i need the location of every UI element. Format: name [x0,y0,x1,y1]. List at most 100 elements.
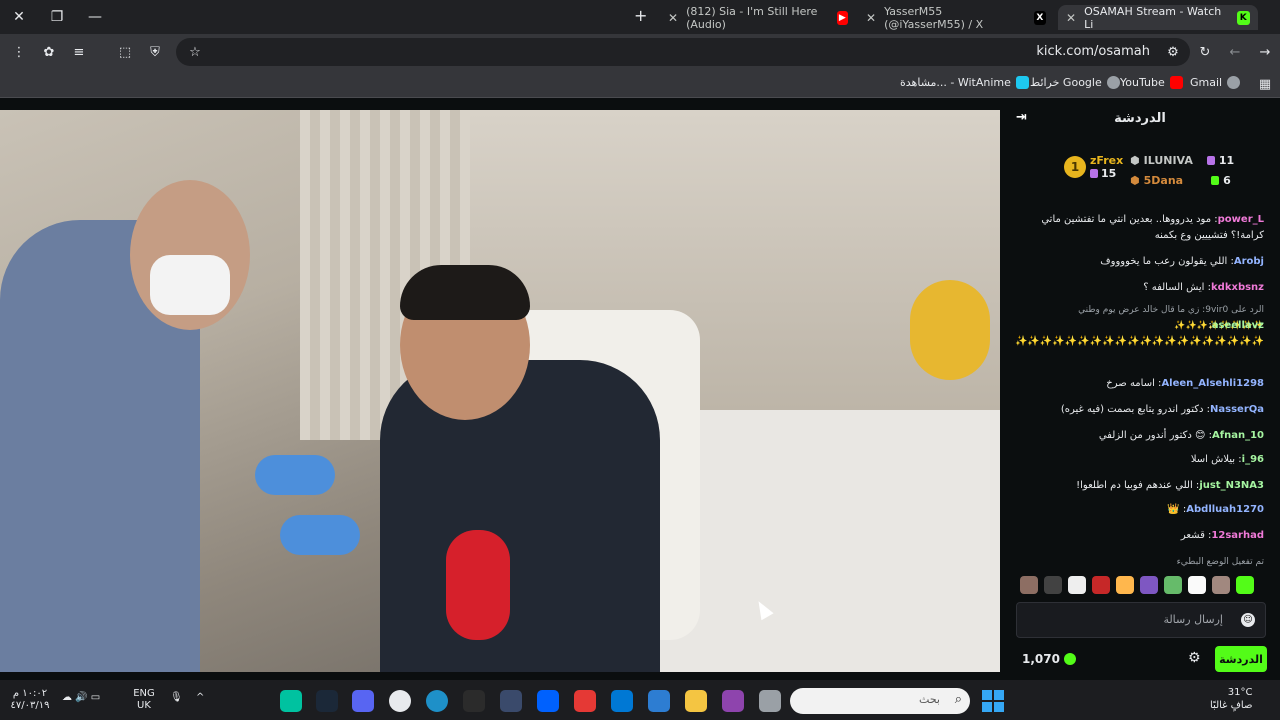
emote-icon[interactable] [1212,576,1230,594]
youtube-icon [1169,76,1183,89]
url-text: kick.com/osamah [1036,44,1150,59]
chat-message-input[interactable]: إرسال رسالة ☺ [1016,602,1266,638]
new-tab-icon[interactable]: + [634,6,647,25]
media-control-icon[interactable]: ≡ [70,43,88,61]
minimize-window-icon[interactable]: — [76,0,114,34]
chat-message[interactable]: Afnan_10: 😊 دكتور أندور من الزلفي [1014,428,1264,444]
stream-video-player[interactable] [0,110,1000,672]
chat-message[interactable]: kdkxbsnz: ايش السالفه ؟ [1014,280,1264,296]
collapse-chat-icon[interactable]: ⇥ [1016,110,1027,125]
app-icon[interactable] [500,690,522,712]
chat-message[interactable]: just_N3NA3: اللي عندهم فوبيا دم اطلعوا! [1014,478,1264,494]
bookmark-gmail[interactable]: Gmail [1190,76,1241,89]
video-streamer [380,360,660,672]
emote-icon[interactable] [1044,576,1062,594]
gift-icon [1211,176,1220,185]
chat-message[interactable]: power_L: مود يدرووها.. بعدين انتي ما تفت… [1014,212,1264,244]
epic-games-icon[interactable] [463,690,485,712]
forward-icon[interactable]: ← [1226,43,1244,61]
bookmark-witanime[interactable]: مشاهدة... - WitAnime [900,76,1029,89]
chat-header: ⇥ الدردشة [1000,98,1280,138]
extensions-puzzle-icon[interactable]: ⬚ [116,43,134,61]
chat-message[interactable]: Abdlluah1270: 👑 [1014,502,1264,518]
app-icon[interactable] [574,690,596,712]
bookmark-maps[interactable]: خرائط Google [1030,76,1120,89]
video-nurse-mask [150,255,230,315]
emote-icon[interactable] [1116,576,1134,594]
x-icon: X [1033,10,1046,25]
weather-widget[interactable]: 31°C صافٍ غالبًا [1210,686,1252,712]
apps-grid-icon[interactable]: ▦ [1256,75,1274,93]
search-icon: ⌕ [954,692,962,707]
taskbar-search[interactable]: بحث ⌕ [790,688,970,714]
chat-message[interactable]: aseellavz: ✨✨✨✨✨✨✨✨✨✨✨✨✨✨✨✨✨✨✨✨✨✨✨✨✨✨✨✨✨… [1014,318,1264,366]
show-hidden-icons[interactable]: ^ [196,692,204,704]
emote-icon[interactable] [1236,576,1254,594]
close-tab-icon[interactable]: ✕ [668,11,678,25]
store-icon[interactable] [648,690,670,712]
address-bar[interactable]: ☆ kick.com/osamah ⚙ [176,38,1190,66]
restore-window-icon[interactable]: ❐ [38,0,76,34]
chat-title: الدردشة [1114,110,1166,126]
video-microphone [446,530,510,640]
close-window-icon[interactable]: ✕ [0,0,38,34]
chat-settings-icon[interactable]: ⚙ [1188,650,1201,666]
chat-message[interactable]: NasserQa: دكتور اندرو يتابع بصمت (فيه غي… [1014,402,1264,418]
reload-icon[interactable]: ↻ [1196,43,1214,61]
chat-message[interactable]: Aleen_Alsehli1298: اسامه صرخ [1014,376,1264,392]
leaderboard-first[interactable]: 1 zFrex 15 [1064,154,1123,180]
app-icon[interactable] [280,690,302,712]
extension-icon[interactable]: ✿ [40,43,58,61]
file-explorer-icon[interactable] [685,690,707,712]
clock[interactable]: ١٠:٠٢ م ٤٧/٠٣/١٩ [10,688,50,712]
channel-points[interactable]: 1,070 [1022,652,1076,666]
site-settings-icon[interactable]: ⚙ [1164,43,1182,61]
emote-icon[interactable] [1188,576,1206,594]
leaderboard-third[interactable]: ⬢ 5Dana 6 [1130,174,1231,187]
tab-kick[interactable]: ✕ OSAMAH Stream - Watch Li K [1058,5,1258,31]
emote-icon[interactable] [1020,576,1038,594]
shield-icon[interactable]: ⛨ [146,43,164,61]
windows-taskbar: ١٠:٠٢ م ٤٧/٠٣/١٩ ☁ 🔊 ▭ ENG UK 🎙 ^ بحث ⌕ … [0,680,1280,720]
discord-icon[interactable] [352,690,374,712]
bookmark-youtube[interactable]: YouTube [1120,76,1183,89]
windows-start-icon[interactable] [982,690,1004,712]
video-glove [280,515,360,555]
chat-messages: power_L: مود يدرووها.. بعدين انتي ما تفت… [1000,206,1280,567]
close-tab-icon[interactable]: ✕ [1066,11,1076,25]
emoji-picker-icon[interactable]: ☺ [1241,613,1255,627]
menu-icon[interactable]: ⋮ [10,43,28,61]
outlook-icon[interactable] [611,690,633,712]
tab-x[interactable]: ✕ YasserM55 (@iYasserM55) / X X [858,5,1054,31]
bookmark-star-icon[interactable]: ☆ [186,43,204,61]
maps-icon [1106,76,1120,89]
microphone-icon[interactable]: 🎙 [170,692,183,704]
browser-toolbar: ⋮ ✿ ≡ ⬚ ⛨ ☆ kick.com/osamah ⚙ ↻ ← → [0,34,1280,70]
tray-icons[interactable]: ☁ 🔊 ▭ [62,692,100,704]
chat-message[interactable]: Arobj: اللي يقولون رعب ما يخووووف [1014,254,1264,270]
page-content: ⇥ الدردشة 1 zFrex 15 ⬢ ILUNIVA 11 ⬢ 5Dan… [0,98,1280,680]
app-icon[interactable] [759,690,781,712]
gift-leaderboard: 1 zFrex 15 ⬢ ILUNIVA 11 ⬢ 5Dana 6 [1000,150,1280,190]
edge-icon[interactable] [426,690,448,712]
copilot-icon[interactable] [722,690,744,712]
close-tab-icon[interactable]: ✕ [866,11,876,25]
dropbox-icon[interactable] [537,690,559,712]
language-indicator[interactable]: ENG UK [130,688,158,712]
back-icon[interactable]: → [1256,43,1274,61]
chat-message[interactable]: 12sarhad: قشعر [1014,528,1264,544]
tab-youtube[interactable]: ✕ (812) Sia - I'm Still Here (Audio) ▶ [660,5,856,31]
emote-icon[interactable] [1092,576,1110,594]
chrome-icon[interactable] [389,690,411,712]
gift-icon [1090,169,1098,178]
emote-icon[interactable] [1068,576,1086,594]
emote-icon[interactable] [1140,576,1158,594]
send-chat-button[interactable]: الدردشة [1215,646,1267,672]
emote-icon[interactable] [1164,576,1182,594]
steam-icon[interactable] [316,690,338,712]
kick-icon: K [1236,10,1250,25]
bronze-badge-icon: ⬢ [1130,174,1140,187]
chat-message[interactable]: i_96: بيلاش اسلا [1014,452,1264,468]
leaderboard-second[interactable]: ⬢ ILUNIVA 11 [1130,154,1234,167]
chat-footer: 1,070 ⚙ الدردشة [1000,644,1280,676]
